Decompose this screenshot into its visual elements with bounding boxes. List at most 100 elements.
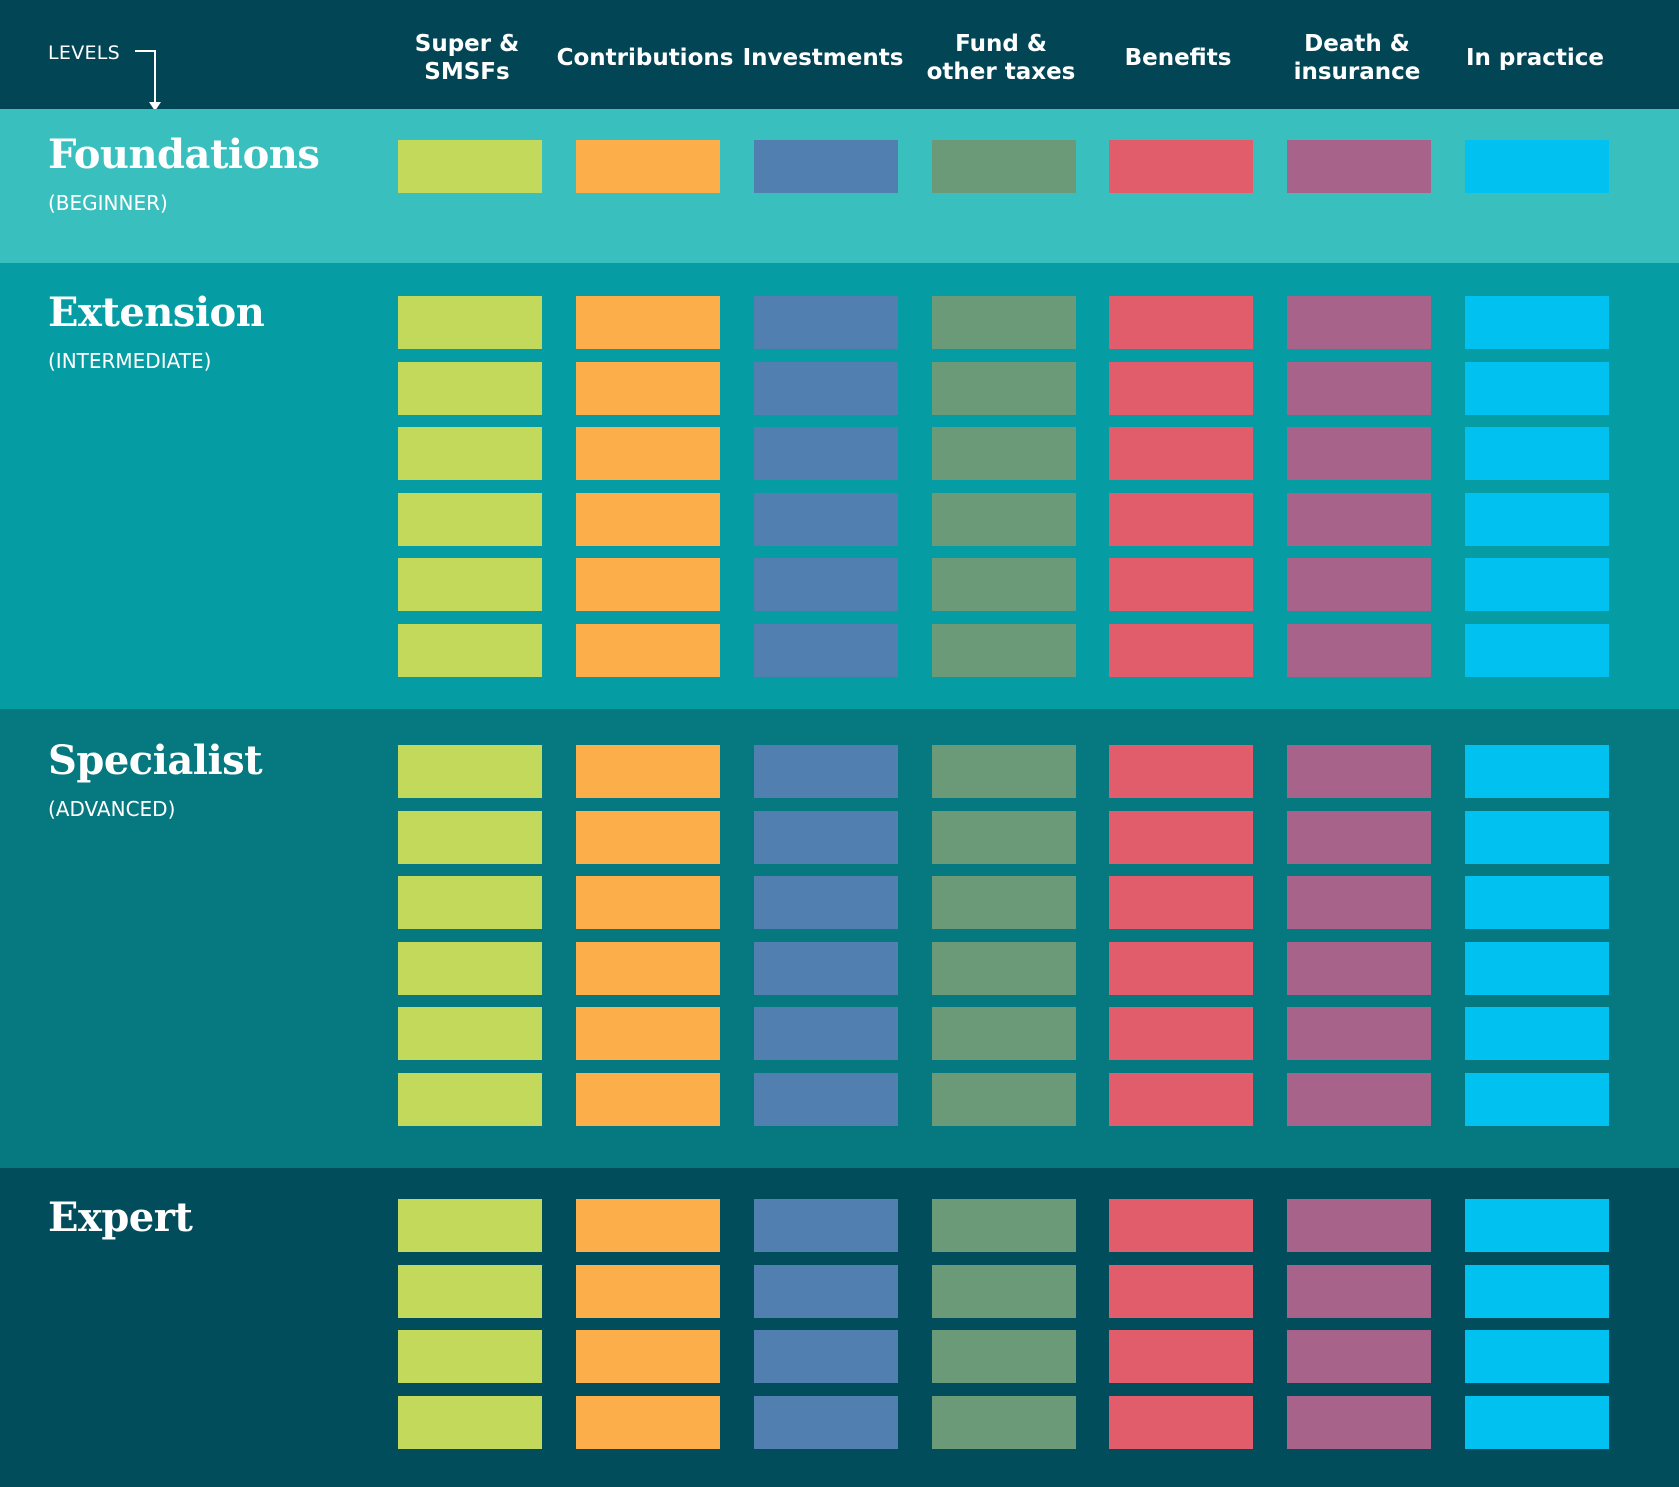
module-block-fund-other-taxes [932, 296, 1076, 349]
module-block-super-smsfs [398, 624, 542, 677]
module-block-benefits [1109, 876, 1253, 929]
module-block-benefits [1109, 1199, 1253, 1252]
module-block-benefits [1109, 624, 1253, 677]
module-block-super-smsfs [398, 427, 542, 480]
module-block-super-smsfs [398, 1073, 542, 1126]
module-block-fund-other-taxes [932, 1007, 1076, 1060]
module-block-in-practice [1465, 296, 1609, 349]
module-block-super-smsfs [398, 493, 542, 546]
module-block-death-insurance [1287, 1073, 1431, 1126]
module-block-investments [754, 745, 898, 798]
module-block-benefits [1109, 1007, 1253, 1060]
module-block-in-practice [1465, 1330, 1609, 1383]
module-block-super-smsfs [398, 558, 542, 611]
module-block-contributions [576, 1330, 720, 1383]
module-block-fund-other-taxes [932, 1199, 1076, 1252]
levels-label: LEVELS [48, 42, 121, 64]
module-block-fund-other-taxes [932, 811, 1076, 864]
level-band-specialist: Specialist (ADVANCED) [0, 709, 1679, 1168]
module-block-contributions [576, 624, 720, 677]
module-block-fund-other-taxes [932, 362, 1076, 415]
arrow-down-icon [135, 50, 161, 111]
module-block-contributions [576, 558, 720, 611]
column-header-investments: Investments [742, 45, 904, 71]
module-block-investments [754, 493, 898, 546]
module-block-super-smsfs [398, 1199, 542, 1252]
module-block-in-practice [1465, 558, 1609, 611]
module-block-in-practice [1465, 942, 1609, 995]
module-block-super-smsfs [398, 876, 542, 929]
module-block-death-insurance [1287, 558, 1431, 611]
column-header-contributions: Contributions [556, 45, 734, 71]
module-block-contributions [576, 876, 720, 929]
module-block-in-practice [1465, 811, 1609, 864]
column-header-in-practice: In practice [1465, 45, 1604, 71]
module-block-investments [754, 558, 898, 611]
module-block-benefits [1109, 1396, 1253, 1449]
module-block-benefits [1109, 427, 1253, 480]
module-block-benefits [1109, 811, 1253, 864]
level-band-expert: Expert [0, 1168, 1679, 1487]
module-block-super-smsfs [398, 140, 542, 193]
module-block-benefits [1109, 1265, 1253, 1318]
module-block-super-smsfs [398, 942, 542, 995]
module-block-benefits [1109, 942, 1253, 995]
module-block-in-practice [1465, 1007, 1609, 1060]
module-block-in-practice [1465, 624, 1609, 677]
module-block-contributions [576, 1396, 720, 1449]
module-block-contributions [576, 942, 720, 995]
level-title: Extension [48, 289, 265, 336]
module-block-investments [754, 942, 898, 995]
module-block-contributions [576, 296, 720, 349]
module-block-benefits [1109, 362, 1253, 415]
level-subtitle: (INTERMEDIATE) [48, 349, 212, 373]
module-block-death-insurance [1287, 362, 1431, 415]
module-block-death-insurance [1287, 624, 1431, 677]
module-block-investments [754, 624, 898, 677]
module-block-contributions [576, 140, 720, 193]
module-block-death-insurance [1287, 427, 1431, 480]
module-block-death-insurance [1287, 1199, 1431, 1252]
module-block-death-insurance [1287, 296, 1431, 349]
module-block-death-insurance [1287, 493, 1431, 546]
module-block-benefits [1109, 493, 1253, 546]
module-block-death-insurance [1287, 1330, 1431, 1383]
module-block-fund-other-taxes [932, 558, 1076, 611]
module-block-in-practice [1465, 362, 1609, 415]
level-title: Foundations [48, 131, 320, 178]
module-block-contributions [576, 362, 720, 415]
module-block-benefits [1109, 558, 1253, 611]
module-block-benefits [1109, 296, 1253, 349]
module-block-death-insurance [1287, 811, 1431, 864]
module-block-investments [754, 140, 898, 193]
module-block-super-smsfs [398, 811, 542, 864]
module-block-investments [754, 362, 898, 415]
module-block-fund-other-taxes [932, 942, 1076, 995]
module-block-in-practice [1465, 1073, 1609, 1126]
module-block-contributions [576, 1265, 720, 1318]
module-block-in-practice [1465, 493, 1609, 546]
module-block-in-practice [1465, 140, 1609, 193]
module-block-in-practice [1465, 876, 1609, 929]
level-title: Expert [48, 1194, 193, 1241]
module-block-investments [754, 1265, 898, 1318]
module-block-investments [754, 811, 898, 864]
module-block-super-smsfs [398, 1265, 542, 1318]
module-block-death-insurance [1287, 942, 1431, 995]
module-block-in-practice [1465, 1396, 1609, 1449]
module-block-fund-other-taxes [932, 427, 1076, 480]
module-block-investments [754, 876, 898, 929]
module-block-super-smsfs [398, 1007, 542, 1060]
module-block-investments [754, 427, 898, 480]
column-header-benefits: Benefits [1124, 45, 1232, 71]
module-block-fund-other-taxes [932, 1073, 1076, 1126]
module-block-fund-other-taxes [932, 876, 1076, 929]
module-block-investments [754, 1073, 898, 1126]
module-block-death-insurance [1287, 876, 1431, 929]
level-subtitle: (ADVANCED) [48, 797, 176, 821]
column-header-fund-other-taxes: Fund & other taxes [926, 31, 1076, 85]
module-block-super-smsfs [398, 745, 542, 798]
module-block-fund-other-taxes [932, 624, 1076, 677]
module-block-in-practice [1465, 427, 1609, 480]
module-block-in-practice [1465, 745, 1609, 798]
